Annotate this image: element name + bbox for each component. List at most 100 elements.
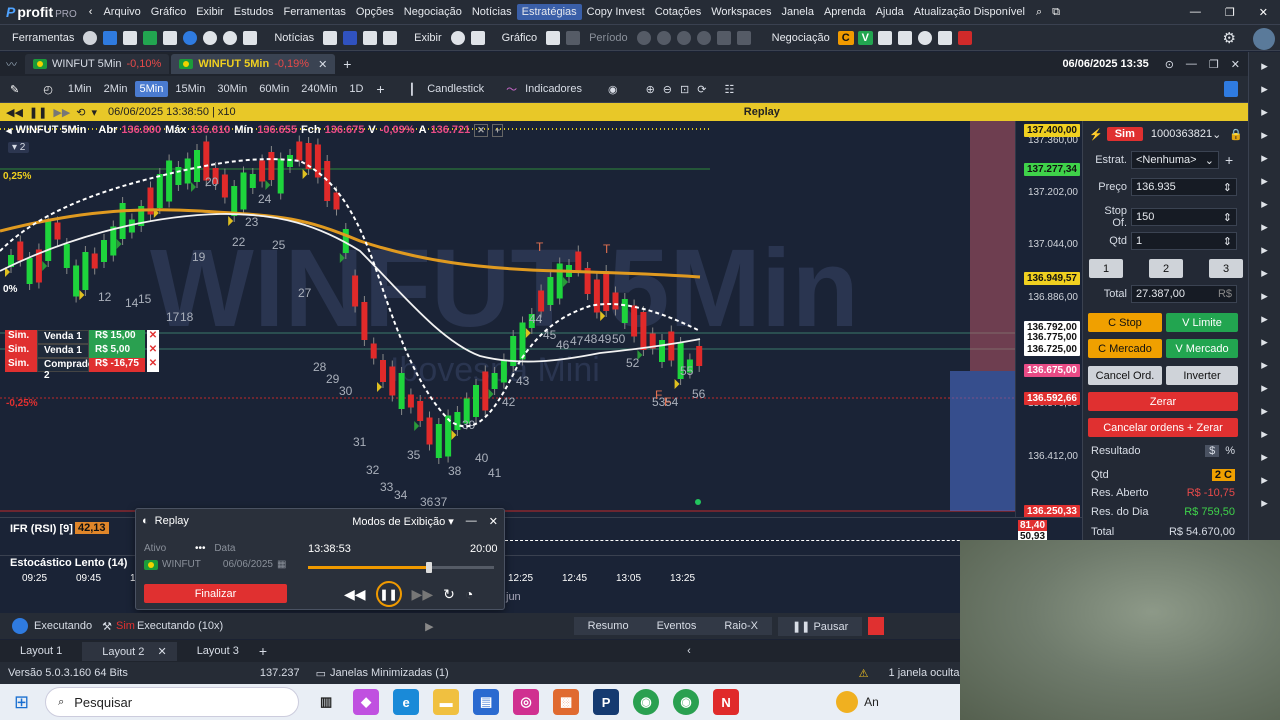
pencil-icon[interactable]: ✎ bbox=[0, 83, 29, 96]
instagram-icon[interactable]: ◎ bbox=[513, 689, 540, 715]
forward-icon[interactable]: ▶▶ bbox=[50, 106, 73, 119]
lightning-icon[interactable]: ⚡ bbox=[1089, 128, 1103, 141]
strategy-select[interactable]: <Nenhuma> ⌄ bbox=[1131, 151, 1219, 169]
app-n-icon[interactable]: N bbox=[713, 689, 740, 715]
globe-icon[interactable] bbox=[183, 30, 198, 45]
user-icon[interactable] bbox=[450, 30, 465, 45]
layout-tab-1[interactable]: Layout 1 bbox=[0, 645, 82, 657]
negociacao-label[interactable]: Negociação bbox=[754, 32, 836, 44]
sim-badge[interactable]: Sim bbox=[1106, 127, 1143, 141]
add-layout-button[interactable]: + bbox=[259, 643, 267, 659]
account-select[interactable]: 1000363821 ⌄ bbox=[1147, 125, 1225, 143]
chrome-icon[interactable]: ◉ bbox=[633, 689, 660, 715]
cancel-and-zero-button[interactable]: Cancelar ordens + Zerar bbox=[1088, 418, 1238, 437]
periodo-label[interactable]: Período bbox=[583, 32, 634, 44]
menu-3[interactable]: Estudos bbox=[229, 6, 279, 18]
ativo-field[interactable]: WINFUT bbox=[162, 559, 201, 570]
fib-icon[interactable]: ▸ bbox=[1261, 357, 1268, 373]
book2-icon[interactable] bbox=[898, 30, 913, 45]
newspaper-icon[interactable] bbox=[363, 30, 378, 45]
list-icon[interactable] bbox=[163, 30, 178, 45]
eye-icon[interactable]: ▸ bbox=[1261, 150, 1268, 166]
more-icon[interactable]: ••• bbox=[195, 543, 206, 554]
channel-icon[interactable]: ▸ bbox=[1261, 311, 1268, 327]
exibir-label[interactable]: Exibir bbox=[400, 32, 448, 44]
header-close-icon[interactable]: ✕ bbox=[474, 124, 488, 137]
shield-icon[interactable] bbox=[958, 30, 973, 45]
task-view-icon[interactable]: ▥ bbox=[313, 689, 339, 715]
dom-icon[interactable] bbox=[938, 30, 953, 45]
menu-0[interactable]: Arquivo bbox=[98, 6, 145, 18]
edge-icon[interactable]: e bbox=[393, 689, 420, 715]
pausar-button[interactable]: ❚❚ Pausar bbox=[777, 616, 863, 636]
replay-forward-icon[interactable]: ▶▶ bbox=[412, 586, 434, 603]
replay-step-icon[interactable]: ↻ bbox=[443, 586, 455, 603]
layout-icon[interactable]: ☷ bbox=[710, 83, 748, 96]
replay-pause-button[interactable]: ❚❚ bbox=[375, 581, 402, 607]
s-icon[interactable] bbox=[383, 30, 398, 45]
menu-15[interactable]: Atualização Disponível bbox=[909, 6, 1030, 18]
collapse-chevron-icon[interactable]: ◂ bbox=[6, 124, 12, 137]
replay-progress-knob[interactable] bbox=[425, 562, 432, 573]
zoom-in-chart-icon[interactable]: ⊕ bbox=[632, 83, 659, 96]
period-icon[interactable] bbox=[566, 30, 581, 45]
add-tab-button[interactable]: + bbox=[335, 56, 359, 72]
qty-button-3[interactable]: 3 bbox=[1209, 259, 1243, 278]
quantity-input[interactable]: 1 ⇕ bbox=[1131, 232, 1237, 250]
tab-restore-icon[interactable]: ❐ bbox=[1203, 58, 1225, 71]
weather-icon[interactable] bbox=[836, 691, 859, 713]
buy-stop-button[interactable]: C Stop bbox=[1088, 313, 1162, 332]
layout-tab-3[interactable]: Layout 3 bbox=[177, 645, 259, 657]
stop-button[interactable] bbox=[868, 617, 885, 635]
news-icon[interactable] bbox=[323, 30, 338, 45]
profit-logo[interactable]: Pprofit PRO bbox=[0, 4, 83, 20]
candlestick-label[interactable]: Candlestick bbox=[419, 83, 502, 95]
settings-gear-icon[interactable]: ⚙ bbox=[1223, 29, 1236, 47]
noticias-label[interactable]: Notícias bbox=[260, 32, 320, 44]
pin-icon[interactable]: ▸ bbox=[1261, 242, 1268, 258]
alarm-icon[interactable] bbox=[223, 30, 238, 45]
raiox-tab[interactable]: Raio-X bbox=[710, 617, 772, 635]
grafico-label[interactable]: Gráfico bbox=[488, 32, 543, 44]
eventos-tab[interactable]: Eventos bbox=[642, 617, 711, 635]
minimize-button[interactable]: — bbox=[1178, 6, 1213, 18]
collapse-toggle[interactable]: ▾ 2 bbox=[8, 142, 30, 153]
lock-icon[interactable] bbox=[470, 30, 485, 45]
qty-button-1[interactable]: 1 bbox=[1089, 259, 1123, 278]
ray-icon[interactable]: ▸ bbox=[1261, 288, 1268, 304]
chart-type-icon[interactable]: 〰 bbox=[0, 56, 23, 72]
menu-7[interactable]: Notícias bbox=[467, 6, 517, 18]
crosshair-icon[interactable]: ▸ bbox=[1261, 81, 1268, 97]
date-field[interactable]: 06/06/2025 bbox=[223, 559, 273, 570]
position-close-icon[interactable]: ✕ bbox=[147, 344, 159, 358]
invert-button[interactable]: Inverter bbox=[1166, 366, 1238, 385]
menu-1[interactable]: Gráfico bbox=[146, 6, 191, 18]
zoom-fit-icon[interactable] bbox=[676, 30, 691, 45]
menu-13[interactable]: Aprenda bbox=[819, 6, 871, 18]
zoom-out-chart-icon[interactable]: ⊖ bbox=[659, 83, 676, 96]
profile-avatar-icon[interactable] bbox=[1253, 28, 1275, 50]
menu-12[interactable]: Janela bbox=[777, 6, 819, 18]
wave-icon[interactable]: ▸ bbox=[1261, 426, 1268, 442]
clock-icon[interactable] bbox=[83, 30, 98, 45]
menu-6[interactable]: Negociação bbox=[399, 6, 467, 18]
reload-icon[interactable]: ⟲ bbox=[73, 106, 88, 119]
zoom-out-icon[interactable] bbox=[656, 30, 671, 45]
cycle-icon[interactable]: ▸ bbox=[1261, 173, 1268, 189]
trend-icon[interactable]: ▸ bbox=[1261, 334, 1268, 350]
buy-badge[interactable]: C bbox=[837, 30, 854, 45]
tv-icon[interactable] bbox=[343, 30, 358, 45]
text2-icon[interactable]: ▸ bbox=[1261, 449, 1268, 465]
zoom-reset-icon[interactable] bbox=[696, 30, 711, 45]
add-timeframe-button[interactable]: + bbox=[368, 81, 392, 97]
timeframe-1Min[interactable]: 1Min bbox=[63, 81, 97, 97]
collapse-layout-icon[interactable]: ‹ bbox=[687, 645, 691, 657]
timeframe-60Min[interactable]: 60Min bbox=[254, 81, 294, 97]
menu-4[interactable]: Ferramentas bbox=[278, 6, 350, 18]
timeframe-15Min[interactable]: 15Min bbox=[170, 81, 210, 97]
person-icon[interactable] bbox=[716, 30, 731, 45]
price-input[interactable]: 136.935 ⇕ bbox=[1131, 178, 1237, 196]
replay-speed-icon[interactable]: ◔ bbox=[465, 586, 473, 602]
calendar-icon[interactable]: ▦ bbox=[277, 559, 286, 570]
pin2-icon[interactable] bbox=[736, 30, 751, 45]
